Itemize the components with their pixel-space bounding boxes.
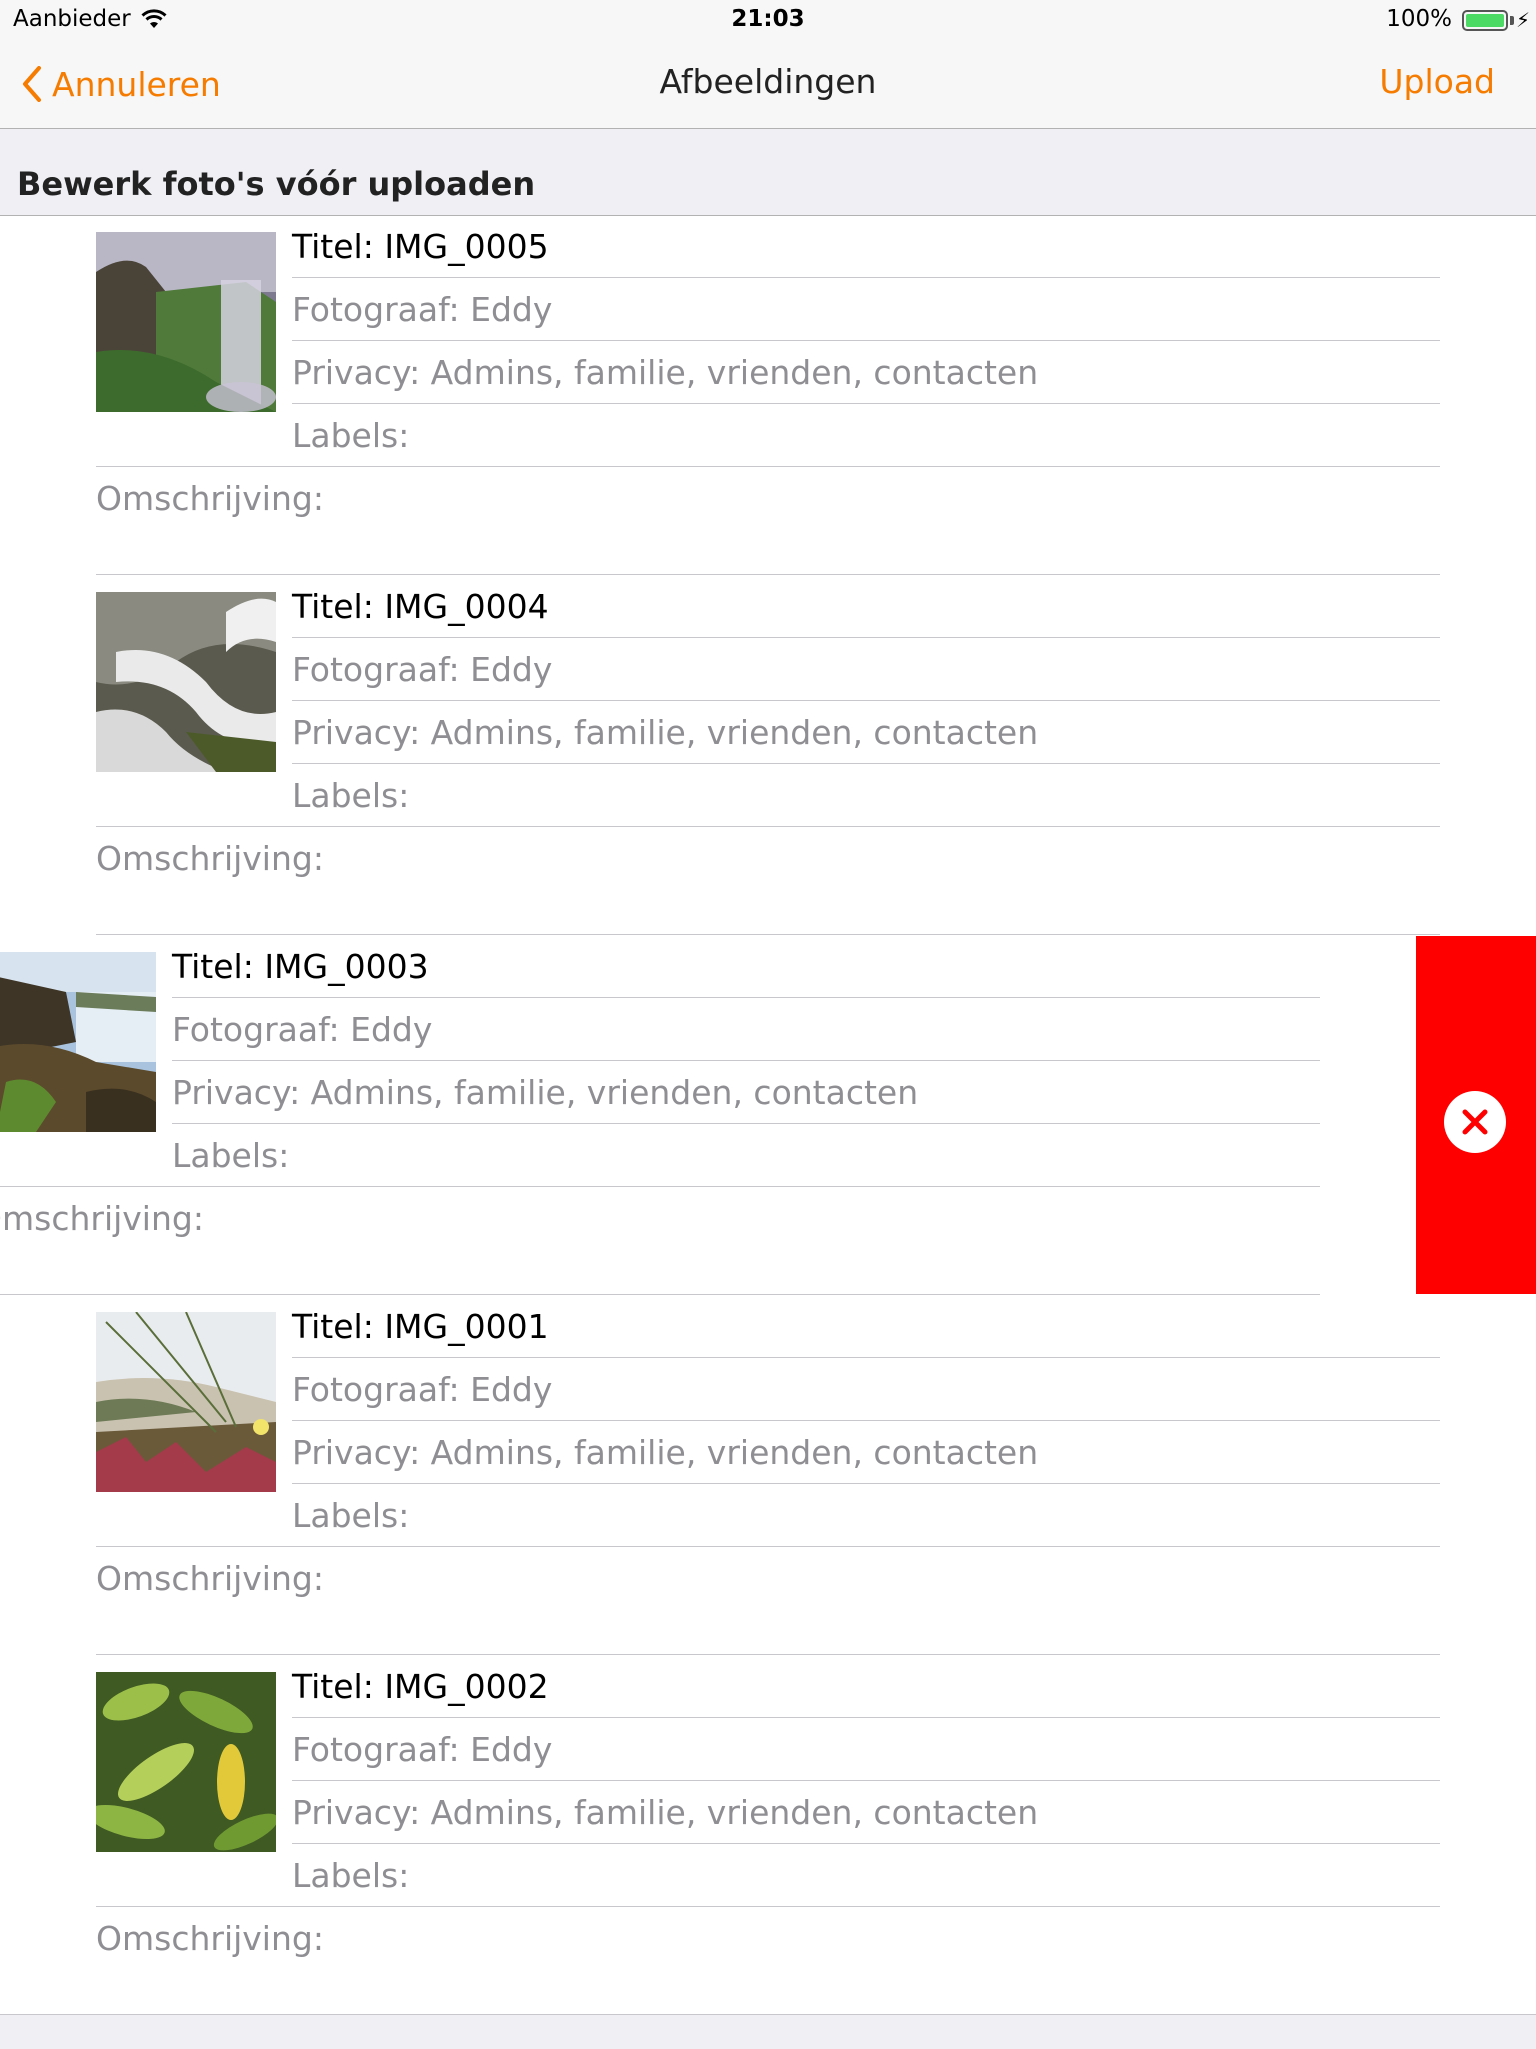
charging-icon: ⚡ [1515,8,1530,32]
photo-thumbnail[interactable] [0,952,156,1132]
privacy-field[interactable]: Privacy: Admins, familie, vrienden, cont… [172,1062,1320,1124]
clock: 21:03 [731,6,805,32]
privacy-field[interactable]: Privacy: Admins, familie, vrienden, cont… [292,1422,1440,1484]
photo-thumbnail[interactable] [96,1672,276,1852]
description-field[interactable]: Omschrijving: [0,1188,1320,1295]
battery-percentage: 100% [1386,6,1452,32]
description-field[interactable]: Omschrijving: [96,828,1440,935]
labels-field[interactable]: Labels: [96,1845,1440,1907]
section-header-label: Bewerk foto's vóór uploaden [17,165,536,203]
status-bar: Aanbieder 21:03 100% ⚡ [0,0,1536,40]
labels-field[interactable]: Labels: [96,765,1440,827]
photographer-field[interactable]: Fotograaf: Eddy [292,639,1440,701]
labels-field[interactable]: Labels: [96,1485,1440,1547]
photographer-field[interactable]: Fotograaf: Eddy [292,1359,1440,1421]
photo-thumbnail[interactable] [96,592,276,772]
photo-cell-content: Titel: IMG_0001 Fotograaf: Eddy Privacy:… [0,1296,1536,1656]
photo-list[interactable]: Titel: IMG_0005 Fotograaf: Eddy Privacy:… [0,216,1536,2016]
delete-circle [1444,1091,1506,1153]
description-field[interactable]: Omschrijving: [96,468,1440,575]
photo-thumbnail[interactable] [96,232,276,412]
photo-cell-content: Titel: IMG_0003 Fotograaf: Eddy Privacy:… [0,936,1416,1296]
photo-thumbnail[interactable] [96,1312,276,1492]
battery-nub [1510,16,1514,25]
upload-button[interactable]: Upload [1379,62,1495,101]
close-icon [1462,1109,1488,1135]
photo-cell[interactable]: Titel: IMG_0003 Fotograaf: Eddy Privacy:… [0,936,1536,1296]
photo-cell[interactable]: Titel: IMG_0004 Fotograaf: Eddy Privacy:… [0,576,1536,936]
privacy-field[interactable]: Privacy: Admins, familie, vrienden, cont… [292,702,1440,764]
photo-cell-content: Titel: IMG_0002 Fotograaf: Eddy Privacy:… [0,1656,1536,2016]
title-field[interactable]: Titel: IMG_0005 [292,216,1440,278]
title-field[interactable]: Titel: IMG_0003 [172,936,1320,998]
description-field[interactable]: Omschrijving: [96,1908,1440,2015]
privacy-field[interactable]: Privacy: Admins, familie, vrienden, cont… [292,1782,1440,1844]
battery-icon [1462,10,1508,31]
bottom-bar [0,2014,1536,2049]
photo-cell[interactable]: Titel: IMG_0001 Fotograaf: Eddy Privacy:… [0,1296,1536,1656]
labels-field[interactable]: Labels: [0,1125,1320,1187]
photo-cell[interactable]: Titel: IMG_0005 Fotograaf: Eddy Privacy:… [0,216,1536,576]
labels-field[interactable]: Labels: [96,405,1440,467]
photo-cell-content: Titel: IMG_0005 Fotograaf: Eddy Privacy:… [0,216,1536,576]
description-field[interactable]: Omschrijving: [96,1548,1440,1655]
title-field[interactable]: Titel: IMG_0001 [292,1296,1440,1358]
page-title: Afbeeldingen [659,62,877,101]
navigation-bar: Annuleren Afbeeldingen Upload [0,40,1536,129]
section-header: Bewerk foto's vóór uploaden [0,129,1536,216]
title-field[interactable]: Titel: IMG_0004 [292,576,1440,638]
photographer-field[interactable]: Fotograaf: Eddy [292,1719,1440,1781]
privacy-field[interactable]: Privacy: Admins, familie, vrienden, cont… [292,342,1440,404]
photographer-field[interactable]: Fotograaf: Eddy [172,999,1320,1061]
photographer-field[interactable]: Fotograaf: Eddy [292,279,1440,341]
photo-cell-content: Titel: IMG_0004 Fotograaf: Eddy Privacy:… [0,576,1536,936]
title-field[interactable]: Titel: IMG_0002 [292,1656,1440,1718]
photo-cell[interactable]: Titel: IMG_0002 Fotograaf: Eddy Privacy:… [0,1656,1536,2016]
delete-button[interactable] [1416,936,1536,1294]
